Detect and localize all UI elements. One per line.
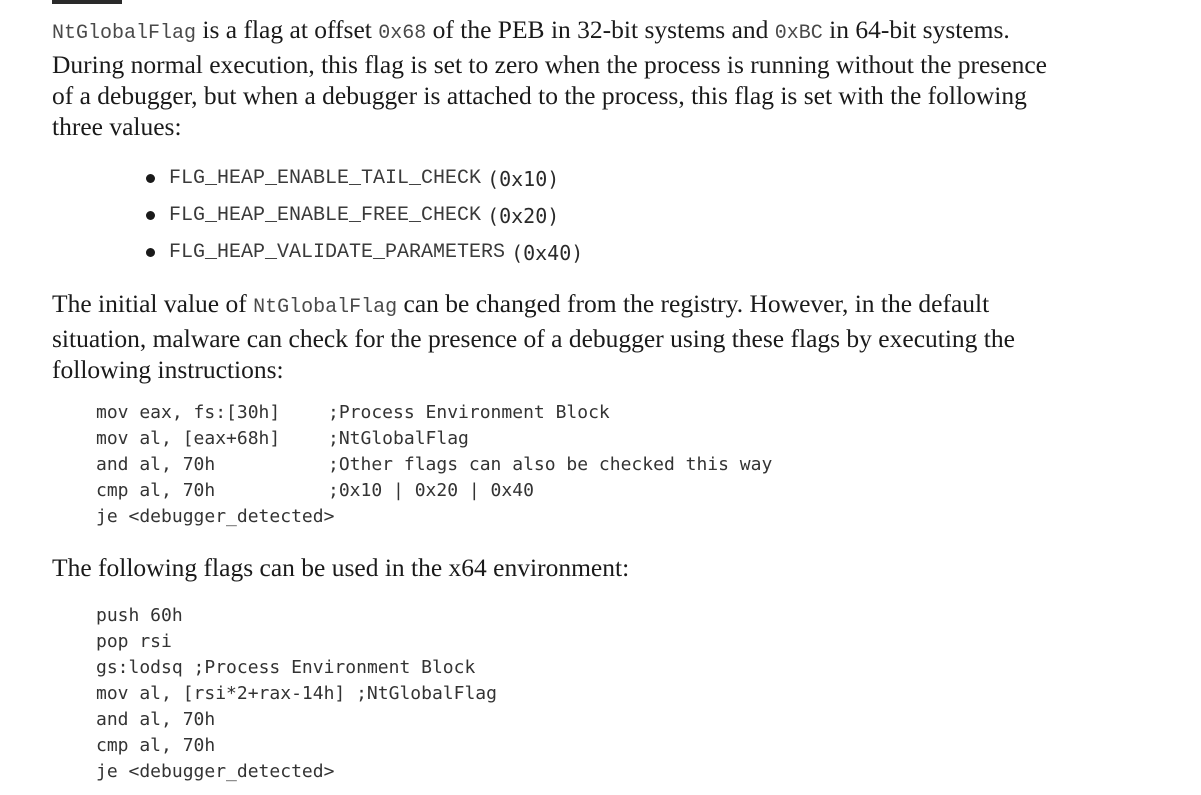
intro-text-1: is a flag at offset xyxy=(196,15,379,44)
code-instruction: push 60h xyxy=(96,605,183,626)
code-instruction: mov al, [rsi*2+rax-14h] xyxy=(96,683,357,704)
code-block-x86: mov eax, fs:[30h] ;Process Environment Bl… xyxy=(96,400,772,530)
code-line: pop rsi xyxy=(96,629,497,655)
code-line: je <debugger_detected> xyxy=(96,504,772,530)
code-instruction: mov al, [eax+68h] xyxy=(96,428,281,449)
intro-paragraph: NtGlobalFlag is a flag at offset 0x68 of… xyxy=(52,14,1062,142)
flag-name: FLG_HEAP_VALIDATE_PARAMETERS xyxy=(169,241,506,264)
code-instruction: pop rsi xyxy=(96,631,172,652)
code-comment: ;Other flags can also be checked this wa… xyxy=(328,454,773,475)
code-instruction: cmp al, 70h xyxy=(96,480,216,501)
code-line: mov al, [rsi*2+rax-14h] ;NtGlobalFlag xyxy=(96,681,497,707)
flag-name: FLG_HEAP_ENABLE_FREE_CHECK xyxy=(169,204,482,227)
bullet-icon xyxy=(146,248,155,257)
code-instruction: je <debugger_detected> xyxy=(96,506,335,527)
offset-32-code: 0x68 xyxy=(378,22,427,45)
registry-paragraph: The initial value of NtGlobalFlag can be… xyxy=(52,288,1062,385)
code-instruction: mov eax, fs:[30h] xyxy=(96,402,281,423)
code-line: mov al, [eax+68h] ;NtGlobalFlag xyxy=(96,426,772,452)
flag-name: FLG_HEAP_ENABLE_TAIL_CHECK xyxy=(169,167,482,190)
bullet-icon xyxy=(146,174,155,183)
code-comment: ;NtGlobalFlag xyxy=(356,683,497,704)
flag-value: (0x20) xyxy=(487,203,560,228)
heading-fragment xyxy=(52,0,122,4)
code-line: and al, 70h ;Other flags can also be chec… xyxy=(96,452,772,478)
code-comment: ;Process Environment Block xyxy=(193,657,476,678)
offset-64-code: 0xBC xyxy=(774,22,823,45)
code-line: push 60h xyxy=(96,603,497,629)
code-line: je <debugger_detected> xyxy=(96,759,497,785)
x64-intro-paragraph: The following flags can be used in the x… xyxy=(52,553,630,582)
registry-text-1: The initial value of xyxy=(52,289,254,318)
code-instruction: je <debugger_detected> xyxy=(96,761,335,782)
code-line: gs:lodsq ;Process Environment Block xyxy=(96,655,497,681)
flag-value: (0x10) xyxy=(487,166,560,191)
code-instruction: cmp al, 70h xyxy=(96,735,216,756)
code-line: and al, 70h xyxy=(96,707,497,733)
intro-text-2: of the PEB in 32-bit systems and xyxy=(426,15,775,44)
bullet-icon xyxy=(146,211,155,220)
flag-value: (0x40) xyxy=(511,240,584,265)
code-line: mov eax, fs:[30h] ;Process Environment Bl… xyxy=(96,400,772,426)
code-instruction: gs:lodsq xyxy=(96,657,194,678)
code-block-x64: push 60h pop rsi gs:lodsq ;Process Envir… xyxy=(96,603,497,785)
code-comment: ;Process Environment Block xyxy=(328,402,610,423)
code-instruction: and al, 70h xyxy=(96,709,216,730)
code-comment: ;NtGlobalFlag xyxy=(328,428,469,449)
flag-list: FLG_HEAP_ENABLE_TAIL_CHECK (0x10) FLG_HE… xyxy=(140,160,583,271)
ntglobalflag-code: NtGlobalFlag xyxy=(253,296,398,319)
flag-item: FLG_HEAP_ENABLE_FREE_CHECK (0x20) xyxy=(140,197,583,234)
flag-item: FLG_HEAP_ENABLE_TAIL_CHECK (0x10) xyxy=(140,160,583,197)
code-line: cmp al, 70h xyxy=(96,733,497,759)
ntglobalflag-code: NtGlobalFlag xyxy=(52,22,197,45)
code-instruction: and al, 70h xyxy=(96,454,216,475)
code-comment: ;0x10 | 0x20 | 0x40 xyxy=(328,480,534,501)
code-line: cmp al, 70h ;0x10 | 0x20 | 0x40 xyxy=(96,478,772,504)
flag-item: FLG_HEAP_VALIDATE_PARAMETERS (0x40) xyxy=(140,234,583,271)
